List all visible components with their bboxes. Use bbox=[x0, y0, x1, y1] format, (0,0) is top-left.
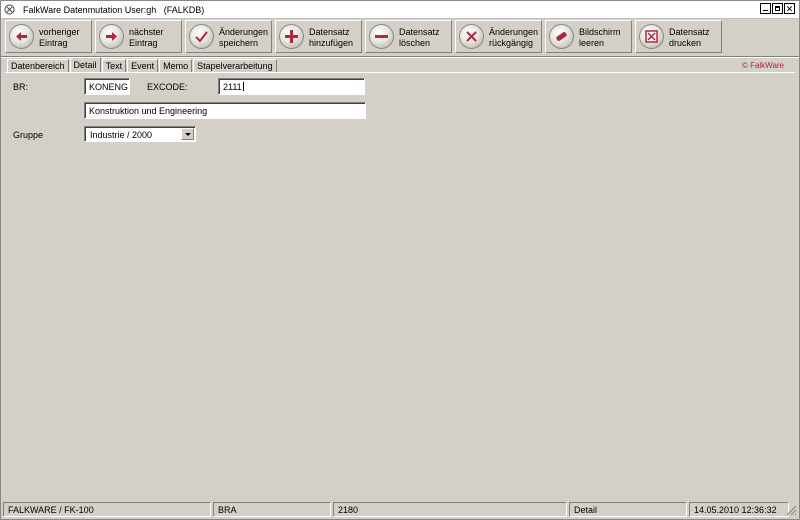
br-label: BR: bbox=[13, 82, 29, 92]
br-field[interactable]: KONENG bbox=[84, 78, 130, 95]
minimize-button[interactable] bbox=[760, 3, 771, 14]
tab-strip: Datenbereich Detail Text Event Memo Stap… bbox=[7, 57, 278, 73]
next-entry-label: nächster Eintrag bbox=[129, 27, 164, 48]
status-code: BRA bbox=[213, 502, 331, 517]
brand-label: © FalkWare bbox=[741, 61, 784, 70]
gruppe-value: Industrie / 2000 bbox=[90, 130, 153, 140]
undo-changes-button[interactable]: Änderungen rückgängig bbox=[455, 20, 542, 53]
status-number: 2180 bbox=[333, 502, 567, 517]
status-view: Detail bbox=[569, 502, 687, 517]
close-button[interactable]: ✕ bbox=[784, 3, 795, 14]
save-changes-label: Änderungen speichern bbox=[219, 27, 269, 48]
add-record-button[interactable]: Datensatz hinzufügen bbox=[275, 20, 362, 53]
window-controls: ✕ bbox=[760, 3, 795, 14]
tab-text[interactable]: Text bbox=[101, 59, 127, 72]
toolbar: vorheriger Eintrag nächster Eintrag Ände… bbox=[5, 20, 725, 54]
excode-label: EXCODE: bbox=[147, 82, 188, 92]
window-title: FalkWare Datenmutation User:gh (FALKDB) bbox=[23, 5, 205, 15]
undo-changes-label: Änderungen rückgängig bbox=[489, 27, 539, 48]
minus-icon bbox=[369, 24, 394, 49]
tab-memo[interactable]: Memo bbox=[159, 59, 193, 72]
plus-icon bbox=[279, 24, 304, 49]
tab-event[interactable]: Event bbox=[127, 59, 159, 72]
checkmark-icon bbox=[189, 24, 214, 49]
gruppe-label: Gruppe bbox=[13, 130, 44, 140]
arrow-left-icon bbox=[9, 24, 34, 49]
next-entry-button[interactable]: nächster Eintrag bbox=[95, 20, 182, 53]
clear-screen-button[interactable]: Bildschirm leeren bbox=[545, 20, 632, 53]
title-bar: FalkWare Datenmutation User:gh (FALKDB) … bbox=[1, 1, 799, 19]
status-company: FALKWARE / FK-100 bbox=[3, 502, 211, 517]
resize-grip-icon[interactable] bbox=[785, 504, 797, 516]
description-field[interactable]: Konstruktion und Engineering bbox=[84, 102, 366, 119]
excode-value: 2111 bbox=[223, 82, 242, 92]
delete-record-label: Datensatz löschen bbox=[399, 27, 440, 48]
status-datetime: 14.05.2010 12:36:32 bbox=[689, 502, 789, 517]
tab-datenbereich[interactable]: Datenbereich bbox=[7, 59, 69, 72]
app-icon bbox=[4, 4, 15, 15]
add-record-label: Datensatz hinzufügen bbox=[309, 27, 354, 48]
toolbar-divider bbox=[1, 56, 799, 58]
previous-entry-button[interactable]: vorheriger Eintrag bbox=[5, 20, 92, 53]
clear-screen-label: Bildschirm leeren bbox=[579, 27, 621, 48]
print-record-button[interactable]: Datensatz drucken bbox=[635, 20, 722, 53]
tab-detail[interactable]: Detail bbox=[69, 57, 101, 72]
delete-record-button[interactable]: Datensatz löschen bbox=[365, 20, 452, 53]
gruppe-select[interactable]: Industrie / 2000 bbox=[84, 126, 196, 142]
x-icon bbox=[459, 24, 484, 49]
chevron-down-icon[interactable] bbox=[181, 128, 194, 140]
excode-field[interactable]: 2111 bbox=[218, 78, 365, 95]
arrow-right-icon bbox=[99, 24, 124, 49]
previous-entry-label: vorheriger Eintrag bbox=[39, 27, 80, 48]
status-bar: FALKWARE / FK-100 BRA 2180 Detail 14.05.… bbox=[3, 502, 799, 518]
print-record-label: Datensatz drucken bbox=[669, 27, 710, 48]
maximize-button[interactable] bbox=[772, 3, 783, 14]
tab-stapelverarbeitung[interactable]: Stapelverarbeitung bbox=[193, 59, 277, 72]
eraser-icon bbox=[549, 24, 574, 49]
print-icon bbox=[639, 24, 664, 49]
save-changes-button[interactable]: Änderungen speichern bbox=[185, 20, 272, 53]
main-window: FalkWare Datenmutation User:gh (FALKDB) … bbox=[0, 0, 800, 520]
